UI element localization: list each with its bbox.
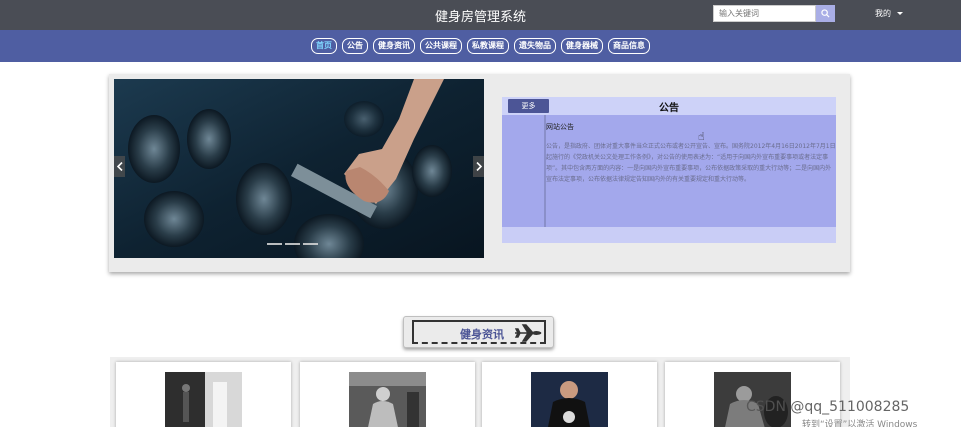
more-button[interactable]: 更多 — [508, 99, 549, 113]
announcement-subtitle[interactable]: 网站公告 — [546, 122, 574, 132]
nav-item-lost-items[interactable]: 遗失物品 — [514, 38, 556, 54]
section-title: 健身资讯 — [460, 328, 504, 341]
carousel-indicators — [267, 243, 318, 245]
news-card[interactable] — [300, 362, 475, 427]
announcement-side-column — [502, 115, 546, 243]
section-heading: 健身资讯 — [403, 316, 554, 348]
chevron-right-icon — [475, 162, 482, 171]
nav-item-home[interactable]: 首页 — [311, 38, 337, 54]
hand-cursor-icon: ☝ — [698, 130, 705, 143]
news-card[interactable] — [482, 362, 657, 427]
airplane-icon — [514, 324, 542, 342]
carousel-dot[interactable] — [303, 243, 318, 245]
announcement-header: 公告 更多 — [502, 97, 836, 115]
news-card-image — [531, 372, 608, 427]
windows-activation-watermark: 转到“设置”以激活 Windows — [802, 420, 918, 427]
section-heading-frame: 健身资讯 — [412, 320, 546, 344]
chevron-left-icon — [116, 162, 123, 171]
news-card[interactable] — [116, 362, 291, 427]
search-icon — [821, 9, 830, 18]
announcement-footer — [502, 227, 836, 243]
nav-item-public-courses[interactable]: 公共课程 — [420, 38, 462, 54]
carousel-dot[interactable] — [267, 243, 282, 245]
main-nav: 首页 公告 健身资讯 公共课程 私教课程 遗失物品 健身器械 商品信息 — [0, 30, 961, 62]
search-input[interactable] — [713, 5, 816, 22]
nav-item-products[interactable]: 商品信息 — [608, 38, 650, 54]
image-carousel[interactable] — [114, 79, 484, 258]
search-button[interactable] — [816, 5, 835, 22]
carousel-slide-image — [114, 79, 484, 258]
user-menu-label: 我的 — [875, 9, 891, 18]
carousel-prev-button[interactable] — [114, 156, 125, 177]
nav-item-announcement[interactable]: 公告 — [342, 38, 368, 54]
nav-item-equipment[interactable]: 健身器械 — [561, 38, 603, 54]
news-card-image — [165, 372, 242, 427]
carousel-dot[interactable] — [285, 243, 300, 245]
caret-down-icon — [897, 12, 903, 15]
news-card-image — [349, 372, 426, 427]
csdn-watermark: CSDN @qq_511008285 — [746, 399, 910, 415]
nav-item-private-courses[interactable]: 私教课程 — [467, 38, 509, 54]
announcement-panel: 公告 更多 网站公告 公告，是指政府、团体对重大事件当众正式公布或者公开宣告、宣… — [502, 97, 836, 243]
feature-panel: 公告 更多 网站公告 公告，是指政府、团体对重大事件当众正式公布或者公开宣告、宣… — [109, 74, 850, 272]
announcement-title: 公告 — [659, 103, 679, 114]
announcement-body: 公告，是指政府、团体对重大事件当众正式公布或者公开宣告、宣布。国务院2012年4… — [546, 143, 836, 183]
carousel-next-button[interactable] — [473, 156, 484, 177]
user-menu[interactable]: 我的 — [875, 8, 903, 19]
nav-item-fitness-news[interactable]: 健身资讯 — [373, 38, 415, 54]
top-header: 健身房管理系统 我的 — [0, 0, 961, 30]
